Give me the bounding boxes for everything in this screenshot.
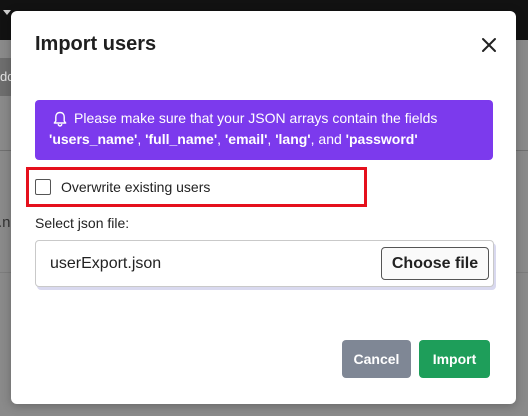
selected-file-name: userExport.json [50,255,162,272]
bell-icon [53,111,67,127]
close-icon [482,38,496,52]
overwrite-label: Overwrite existing users [61,179,211,195]
separator-and: , and [310,131,346,147]
cancel-button[interactable]: Cancel [342,340,411,378]
choose-file-button[interactable]: Choose file [381,247,489,280]
separator: , [137,131,146,147]
separator: , [217,131,225,147]
field-full-name: 'full_name' [145,131,218,147]
field-users-name: 'users_name' [49,131,138,147]
field-email: 'email' [224,131,268,147]
alert-fields: 'users_name', 'full_name', 'email', 'lan… [49,129,418,150]
import-button[interactable]: Import [419,340,490,378]
json-file-input[interactable]: userExport.json Choose file [35,240,494,287]
overwrite-checkbox[interactable] [35,179,51,195]
caret-down-icon [3,10,11,15]
dialog-title: Import users [35,33,157,55]
close-button[interactable] [481,37,497,53]
field-password: 'password' [345,131,418,147]
alert-text: Please make sure that your JSON arrays c… [74,110,438,126]
file-field-label: Select json file: [35,215,130,231]
overwrite-users-option[interactable]: Overwrite existing users [35,177,210,197]
field-lang: 'lang' [275,131,311,147]
background-row-text: .n [0,214,11,231]
import-users-dialog: Import users Please make sure that your … [11,11,516,404]
info-alert: Please make sure that your JSON arrays c… [35,100,493,160]
